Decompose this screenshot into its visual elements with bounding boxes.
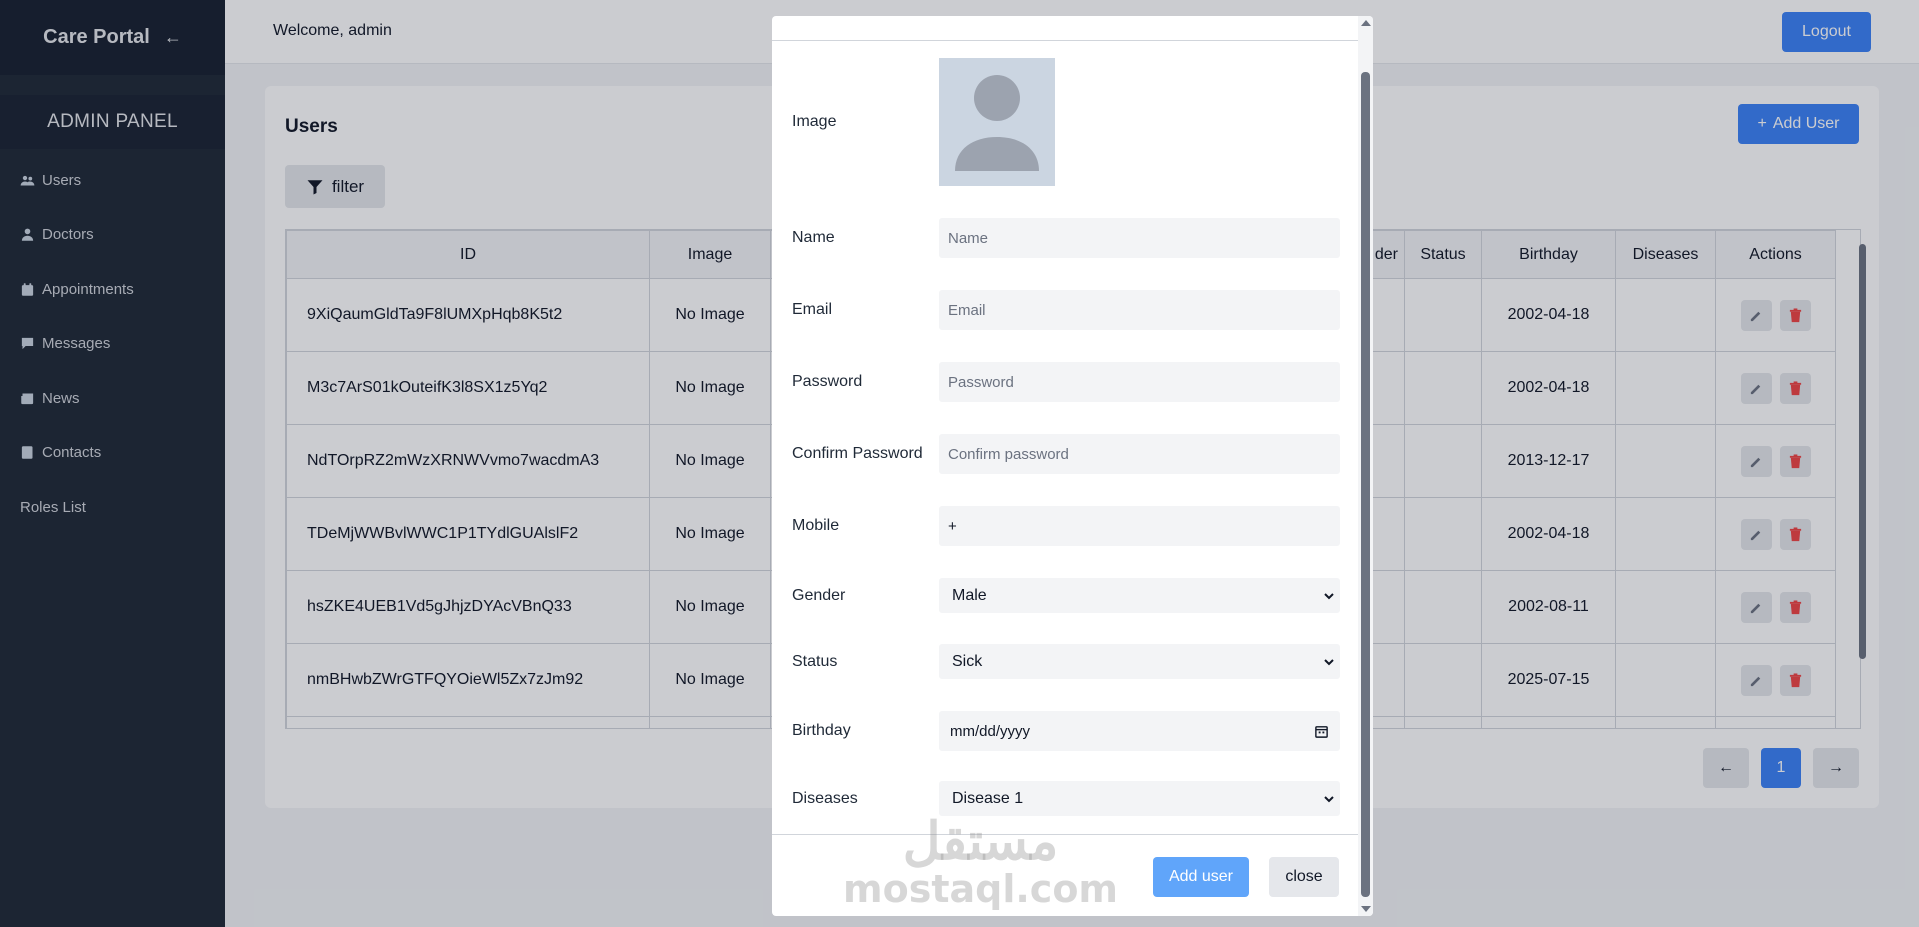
divider bbox=[772, 834, 1358, 835]
mobile-input[interactable] bbox=[939, 506, 1340, 546]
diseases-select[interactable]: Disease 1 bbox=[939, 781, 1340, 816]
gender-row: Gender Male bbox=[792, 578, 1342, 613]
password-label: Password bbox=[792, 373, 863, 390]
email-label: Email bbox=[792, 301, 833, 318]
status-selected: Sick bbox=[952, 652, 983, 670]
close-modal-button[interactable]: close bbox=[1269, 857, 1339, 897]
status-label: Status bbox=[792, 652, 838, 670]
scroll-up-arrow bbox=[1361, 20, 1371, 26]
birthday-row: Birthday mm/dd/yyyy bbox=[792, 711, 1342, 751]
user-avatar-icon bbox=[955, 75, 1039, 171]
scroll-down-arrow bbox=[1361, 906, 1371, 912]
add-user-modal: Image Name Email Password Confirm Passwo… bbox=[772, 16, 1373, 916]
image-label: Image bbox=[792, 113, 837, 130]
email-row: Email bbox=[792, 290, 1342, 330]
modal-scrollbar[interactable] bbox=[1358, 16, 1373, 916]
confirm-password-input[interactable] bbox=[939, 434, 1340, 474]
diseases-label: Diseases bbox=[792, 789, 858, 807]
birthday-label: Birthday bbox=[792, 722, 851, 739]
mobile-label: Mobile bbox=[792, 517, 840, 534]
divider bbox=[772, 40, 1358, 41]
diseases-selected: Disease 1 bbox=[952, 789, 1024, 807]
gender-select[interactable]: Male bbox=[939, 578, 1340, 613]
email-input[interactable] bbox=[939, 290, 1340, 330]
confirm-password-row: Confirm Password bbox=[792, 434, 1342, 474]
name-input[interactable] bbox=[939, 218, 1340, 258]
confirm-password-label: Confirm Password bbox=[792, 445, 923, 462]
avatar-placeholder[interactable] bbox=[939, 58, 1055, 186]
password-input[interactable] bbox=[939, 362, 1340, 402]
name-row: Name bbox=[792, 218, 1342, 258]
birthday-input[interactable]: mm/dd/yyyy bbox=[939, 711, 1340, 751]
submit-add-user-button[interactable]: Add user bbox=[1153, 857, 1249, 897]
status-row: Status Sick bbox=[792, 644, 1342, 679]
chevron-down-icon bbox=[1324, 658, 1334, 665]
gender-label: Gender bbox=[792, 586, 846, 604]
diseases-row: Diseases Disease 1 bbox=[792, 781, 1342, 816]
mobile-row: Mobile bbox=[792, 506, 1342, 546]
gender-selected: Male bbox=[952, 586, 987, 604]
calendar-picker-icon[interactable] bbox=[1314, 724, 1329, 739]
chevron-down-icon bbox=[1324, 795, 1334, 802]
scroll-thumb bbox=[1361, 72, 1370, 897]
chevron-down-icon bbox=[1324, 592, 1334, 599]
image-row: Image bbox=[792, 58, 1342, 186]
status-select[interactable]: Sick bbox=[939, 644, 1340, 679]
password-row: Password bbox=[792, 362, 1342, 402]
birthday-value: mm/dd/yyyy bbox=[950, 722, 1031, 740]
name-label: Name bbox=[792, 229, 835, 246]
